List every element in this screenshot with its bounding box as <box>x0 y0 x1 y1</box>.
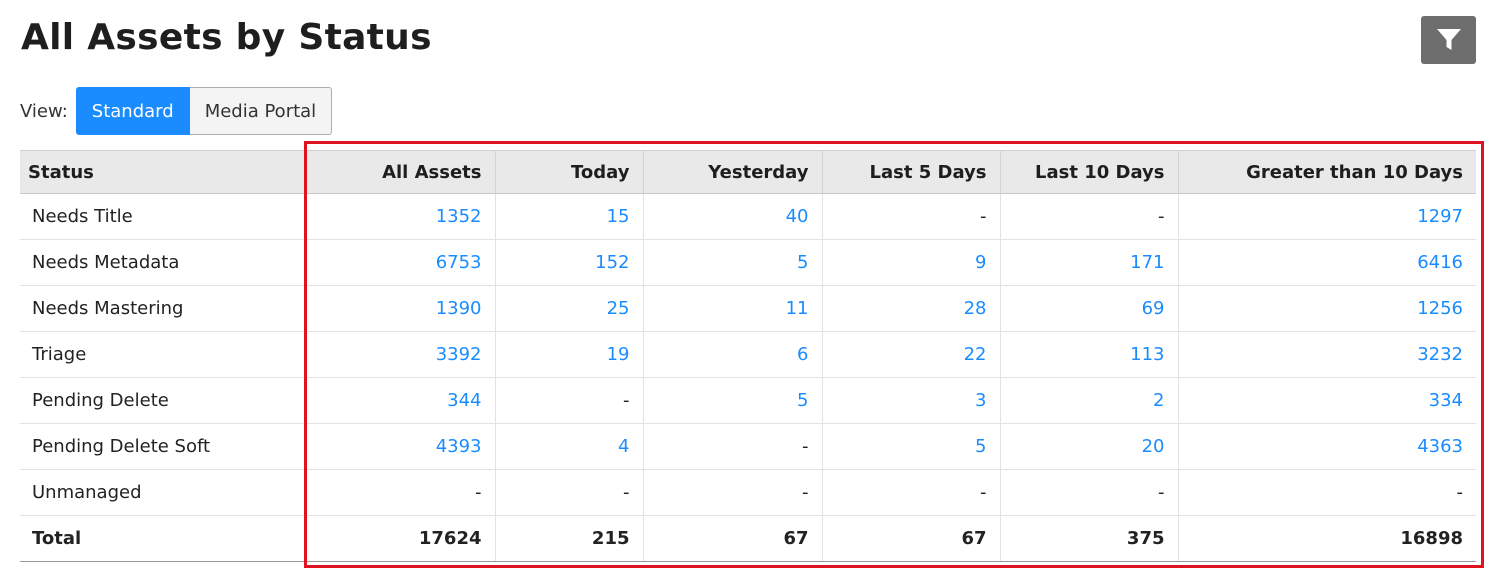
count-link[interactable]: 5 <box>642 239 822 286</box>
status-label: Needs Metadata <box>20 239 305 286</box>
count-link[interactable]: 28 <box>821 285 1000 332</box>
count-link[interactable]: 19 <box>494 331 643 378</box>
status-label: Unmanaged <box>20 469 305 516</box>
count-link[interactable]: 4 <box>494 423 643 470</box>
count-link[interactable]: 3232 <box>1177 331 1476 378</box>
table-row: Needs Metadata 6753 152 5 9 171 6416 <box>20 239 1476 286</box>
total-label: Total <box>20 515 305 562</box>
funnel-icon <box>1436 29 1461 50</box>
count-link[interactable]: 1352 <box>303 193 495 240</box>
count-value: - <box>999 469 1178 516</box>
column-header: Last 10 Days <box>999 150 1178 194</box>
assets-status-table: Status All Assets Today Yesterday Last 5 Day… <box>20 150 1476 562</box>
count-link[interactable]: 22 <box>821 331 1000 378</box>
count-link[interactable]: 9 <box>821 239 1000 286</box>
count-value: - <box>494 377 643 424</box>
count-link[interactable]: 25 <box>494 285 643 332</box>
total-value: 17624 <box>303 515 495 562</box>
count-link[interactable]: 5 <box>642 377 822 424</box>
count-link[interactable]: 20 <box>999 423 1178 470</box>
column-header: Yesterday <box>642 150 822 194</box>
table-row: Triage 3392 19 6 22 113 3232 <box>20 331 1476 378</box>
count-link[interactable]: 1297 <box>1177 193 1476 240</box>
count-value: - <box>494 469 643 516</box>
count-link[interactable]: 152 <box>494 239 643 286</box>
count-link[interactable]: 5 <box>821 423 1000 470</box>
count-link[interactable]: 344 <box>303 377 495 424</box>
count-link[interactable]: 6416 <box>1177 239 1476 286</box>
count-link[interactable]: 6753 <box>303 239 495 286</box>
total-value: 215 <box>494 515 643 562</box>
column-header: All Assets <box>303 150 495 194</box>
count-link[interactable]: 1256 <box>1177 285 1476 332</box>
count-link[interactable]: 113 <box>999 331 1178 378</box>
status-label: Pending Delete Soft <box>20 423 305 470</box>
count-link[interactable]: 4393 <box>303 423 495 470</box>
table-header-row: Status All Assets Today Yesterday Last 5 Day… <box>20 150 1476 194</box>
count-value: - <box>303 469 495 516</box>
count-value: - <box>821 193 1000 240</box>
table-row: Pending Delete 344-5 3 2 334 <box>20 377 1476 424</box>
status-label: Pending Delete <box>20 377 305 424</box>
count-link[interactable]: 1390 <box>303 285 495 332</box>
table-row: Needs Mastering 1390 25 11 28 69 1256 <box>20 285 1476 332</box>
view-label: View: <box>20 100 68 122</box>
count-link[interactable]: 11 <box>642 285 822 332</box>
count-link[interactable]: 2 <box>999 377 1178 424</box>
count-value: - <box>642 423 822 470</box>
count-value: - <box>1177 469 1476 516</box>
column-header: Status <box>20 150 305 194</box>
count-link[interactable]: 4363 <box>1177 423 1476 470</box>
column-header: Greater than 10 Days <box>1177 150 1476 194</box>
total-value: 16898 <box>1177 515 1476 562</box>
total-value: 67 <box>642 515 822 562</box>
total-row: Total 17624 215 67 67 375 16898 <box>20 515 1476 562</box>
page-title: All Assets by Status <box>21 17 432 58</box>
count-link[interactable]: 15 <box>494 193 643 240</box>
total-value: 67 <box>821 515 1000 562</box>
count-value: - <box>999 193 1178 240</box>
table-row: Pending Delete Soft 4393 4-5 20 4363 <box>20 423 1476 470</box>
status-label: Needs Mastering <box>20 285 305 332</box>
view-toggle: View: Standard Media Portal <box>20 87 333 135</box>
count-link[interactable]: 334 <box>1177 377 1476 424</box>
column-header: Today <box>494 150 643 194</box>
status-label: Needs Title <box>20 193 305 240</box>
count-link[interactable]: 69 <box>999 285 1178 332</box>
count-value: - <box>642 469 822 516</box>
count-value: - <box>821 469 1000 516</box>
total-value: 375 <box>999 515 1178 562</box>
media-portal-view-button[interactable]: Media Portal <box>189 87 333 135</box>
standard-view-button[interactable]: Standard <box>75 87 190 135</box>
count-link[interactable]: 40 <box>642 193 822 240</box>
count-link[interactable]: 171 <box>999 239 1178 286</box>
filter-button[interactable] <box>1421 16 1476 64</box>
count-link[interactable]: 3 <box>821 377 1000 424</box>
count-link[interactable]: 6 <box>642 331 822 378</box>
table-row: Needs Title 1352 15 40- -1297 <box>20 193 1476 240</box>
table-row: Unmanaged - - - - - - <box>20 469 1476 516</box>
column-header: Last 5 Days <box>821 150 1000 194</box>
count-link[interactable]: 3392 <box>303 331 495 378</box>
status-label: Triage <box>20 331 305 378</box>
